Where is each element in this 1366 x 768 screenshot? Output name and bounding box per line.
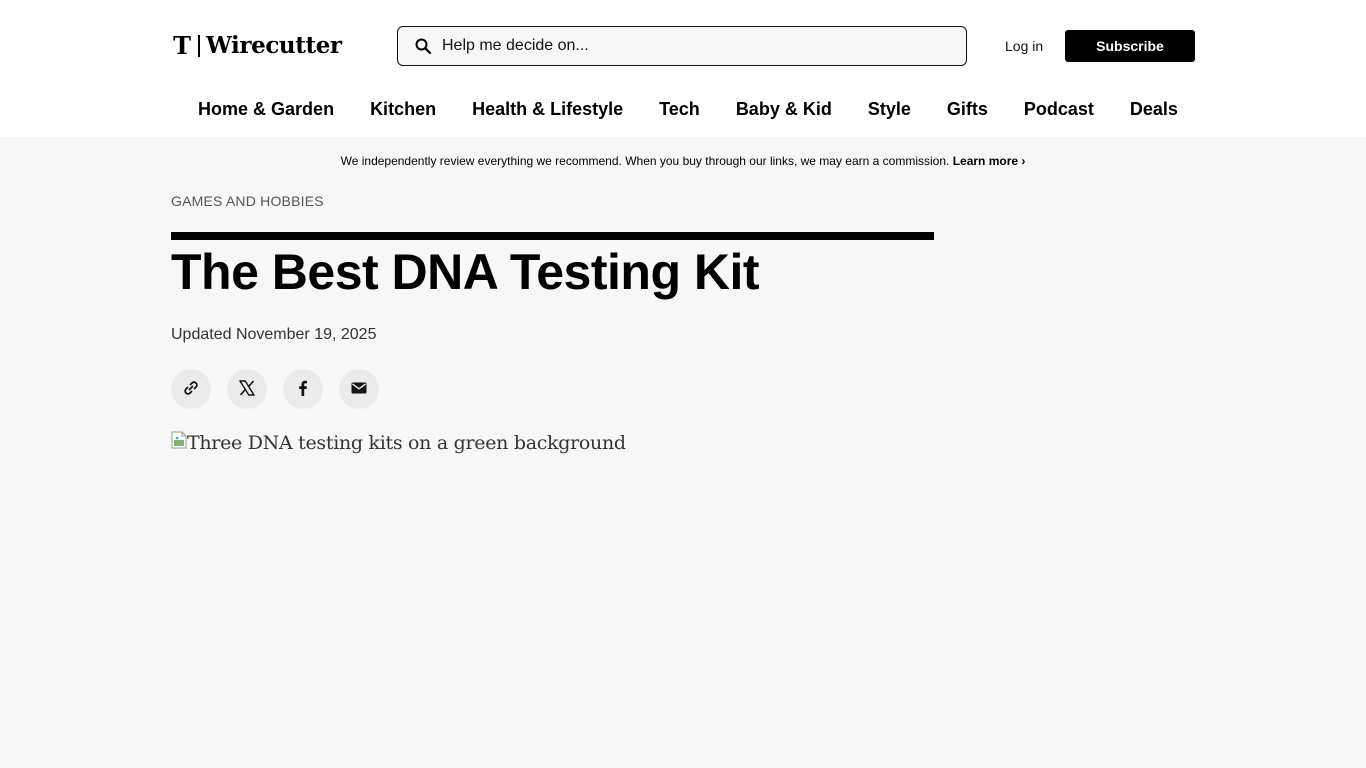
logo-wordmark: Wirecutter xyxy=(206,32,342,59)
main-nav: Home & Garden Kitchen Health & Lifestyle… xyxy=(0,97,1366,121)
affiliate-disclosure: We independently review everything we re… xyxy=(0,153,1366,169)
share-x-button[interactable] xyxy=(227,369,267,409)
search-icon xyxy=(415,38,432,55)
disclosure-text: We independently review everything we re… xyxy=(340,154,950,168)
email-icon xyxy=(350,379,368,400)
share-email-button[interactable] xyxy=(339,369,379,409)
updated-date: Updated November 19, 2025 xyxy=(171,326,377,343)
page-title: The Best DNA Testing Kit xyxy=(171,244,760,300)
share-facebook-button[interactable] xyxy=(283,369,323,409)
nav-item-kitchen[interactable]: Kitchen xyxy=(370,97,436,121)
nav-item-health-lifestyle[interactable]: Health & Lifestyle xyxy=(472,97,623,121)
copy-link-button[interactable] xyxy=(171,369,211,409)
nav-item-deals[interactable]: Deals xyxy=(1130,97,1178,121)
category-link[interactable]: GAMES AND HOBBIES xyxy=(171,193,324,209)
wirecutter-logo[interactable]: T Wirecutter xyxy=(171,32,342,60)
broken-image-icon xyxy=(171,431,187,449)
hero-image: Three DNA testing kits on a green backgr… xyxy=(171,429,934,759)
hero-image-alt-text: Three DNA testing kits on a green backgr… xyxy=(187,432,626,454)
facebook-icon xyxy=(294,379,312,400)
search-box[interactable] xyxy=(397,26,967,66)
nav-item-baby-kid[interactable]: Baby & Kid xyxy=(736,97,832,121)
svg-text:T: T xyxy=(173,33,191,59)
nav-item-tech[interactable]: Tech xyxy=(659,97,700,121)
search-input[interactable] xyxy=(442,27,952,65)
title-rule xyxy=(171,232,934,240)
nav-item-home-garden[interactable]: Home & Garden xyxy=(198,97,334,121)
login-link[interactable]: Log in xyxy=(1005,38,1043,54)
nav-item-gifts[interactable]: Gifts xyxy=(947,97,988,121)
learn-more-link[interactable]: Learn more › xyxy=(953,154,1026,168)
nyt-t-logo-icon: T xyxy=(171,33,193,59)
subscribe-button[interactable]: Subscribe xyxy=(1065,30,1195,62)
link-icon xyxy=(182,379,200,400)
nav-item-podcast[interactable]: Podcast xyxy=(1024,97,1094,121)
share-toolbar xyxy=(171,369,379,409)
nav-item-style[interactable]: Style xyxy=(868,97,911,121)
x-icon xyxy=(238,379,256,400)
site-header: T Wirecutter Log in Subscribe Home & Gar… xyxy=(0,0,1366,137)
logo-divider xyxy=(198,35,200,57)
